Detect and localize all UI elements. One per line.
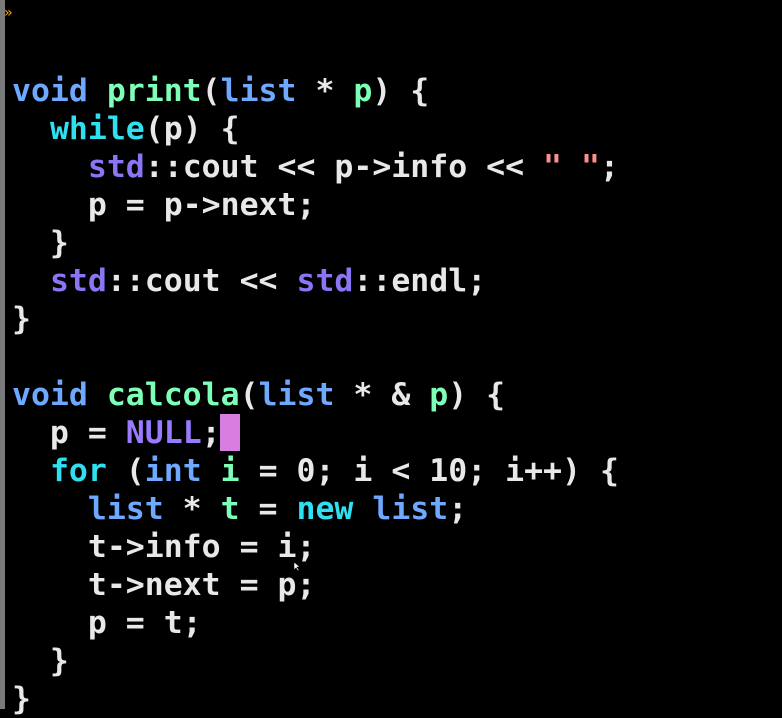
code-token-type: list	[372, 491, 449, 527]
code-token-kw: while	[49, 111, 145, 147]
code-token-plain: }	[12, 301, 31, 337]
code-token-plain: ;	[201, 415, 221, 451]
code-token-ns: std	[49, 263, 107, 299]
code-token-var: t	[220, 491, 240, 527]
code-token-kw: for	[49, 453, 107, 489]
code-line[interactable]: }	[12, 642, 619, 680]
code-token-plain: *	[163, 491, 221, 527]
code-line[interactable]: std::cout << p->info << " ";	[12, 148, 619, 186]
code-token-plain: (p) {	[144, 111, 240, 147]
fold-marker-icon[interactable]: »	[4, 3, 12, 23]
code-token-plain: ::cout << p->info <<	[144, 149, 544, 185]
code-token-str: " "	[543, 149, 600, 185]
code-line[interactable]: t->next = p;	[12, 566, 619, 604]
code-line[interactable]: for (int i = 0; i < 10; i++) {	[12, 452, 619, 490]
code-line[interactable]: void print(list * p) {	[12, 72, 619, 110]
code-token-var: i	[220, 453, 240, 489]
code-token-plain: ::cout <<	[106, 263, 297, 299]
code-line[interactable]: void calcola(list * & p) {	[12, 376, 619, 414]
code-token-type: list	[220, 73, 297, 109]
code-token-plain: * &	[334, 377, 430, 413]
code-token-plain: ;	[599, 149, 619, 185]
code-token-type: void	[12, 73, 88, 109]
code-token-ns: std	[296, 263, 354, 299]
code-token-type: list	[87, 491, 164, 527]
code-token-plain: ::endl;	[353, 263, 487, 299]
code-token-plain: ) {	[448, 377, 506, 413]
code-line[interactable]: }	[12, 300, 619, 338]
code-token-plain: t->info = i;	[12, 529, 316, 565]
code-token-plain: }	[12, 643, 69, 679]
code-token-plain: p = t;	[12, 605, 202, 641]
code-token-plain: (	[106, 453, 145, 489]
code-token-kw: new	[296, 491, 354, 527]
code-line[interactable]: }	[12, 680, 619, 718]
code-token-plain: p = p->next;	[12, 187, 316, 223]
code-token-plain: (	[201, 73, 221, 109]
code-token-plain: = 0; i < 10; i++) {	[239, 453, 619, 489]
text-cursor	[220, 414, 240, 451]
code-token-ns: std	[87, 149, 145, 185]
code-editor[interactable]: » void print(list * p) { while(p) { std:…	[0, 0, 782, 717]
code-line[interactable]	[12, 338, 619, 376]
code-line[interactable]: std::cout << std::endl;	[12, 262, 619, 300]
code-line[interactable]: p = NULL;	[12, 414, 619, 452]
code-view[interactable]: void print(list * p) { while(p) { std::c…	[12, 72, 619, 718]
code-line[interactable]: p = p->next;	[12, 186, 619, 224]
code-line[interactable]: }	[12, 224, 619, 262]
code-line[interactable]: p = t;	[12, 604, 619, 642]
code-token-plain: *	[296, 73, 354, 109]
code-token-var: p	[353, 73, 373, 109]
code-token-plain: (	[239, 377, 259, 413]
code-line[interactable]: t->info = i;	[12, 528, 619, 566]
code-token-plain: =	[239, 491, 297, 527]
code-token-plain: ;	[448, 491, 468, 527]
code-token-fn: calcola	[106, 377, 240, 413]
mouse-pointer-icon	[294, 562, 300, 571]
code-token-type: list	[258, 377, 335, 413]
code-line[interactable]: list * t = new list;	[12, 490, 619, 528]
editor-gutter	[0, 0, 5, 709]
code-token-type: int	[144, 453, 202, 489]
code-token-fn: print	[106, 73, 202, 109]
code-token-plain: p =	[12, 415, 126, 451]
code-token-var: p	[429, 377, 449, 413]
code-token-plain: }	[12, 225, 69, 261]
code-token-plain: t->next = p;	[12, 567, 316, 603]
code-token-type: void	[12, 377, 88, 413]
code-token-plain: }	[12, 681, 31, 717]
code-token-plain: ) {	[372, 73, 430, 109]
code-line[interactable]: while(p) {	[12, 110, 619, 148]
code-token-const: NULL	[125, 415, 202, 451]
